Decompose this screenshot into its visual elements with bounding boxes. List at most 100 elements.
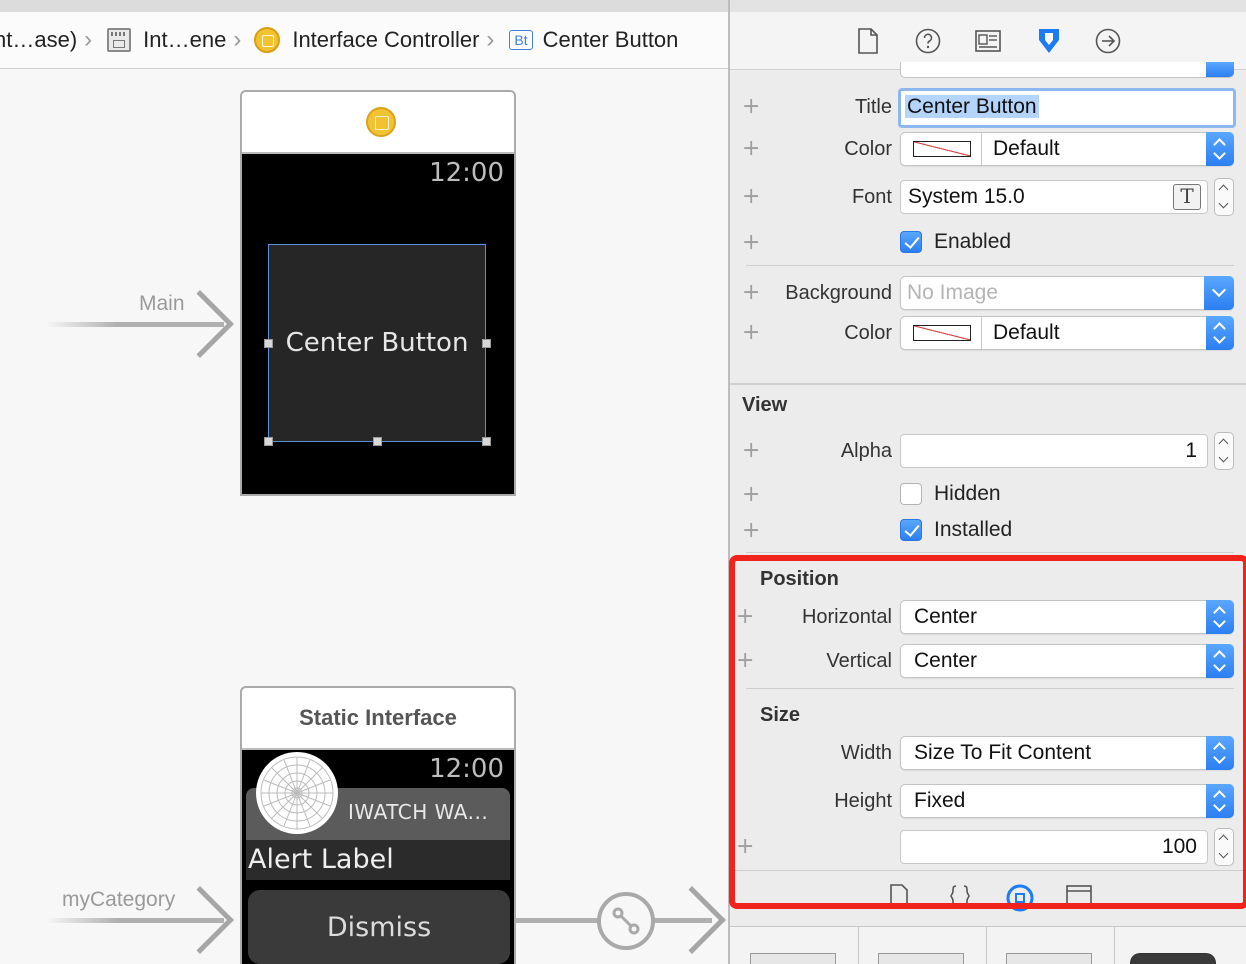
segue-node-icon[interactable] xyxy=(597,892,655,950)
app-name: IWATCH WA... xyxy=(348,800,489,824)
add-variation-icon[interactable]: + xyxy=(742,136,760,161)
identity-inspector-icon[interactable] xyxy=(974,27,1002,55)
background-color-popup[interactable]: Default xyxy=(900,316,1234,350)
height-value-field[interactable]: 100 xyxy=(900,830,1208,864)
color-popup[interactable]: Default xyxy=(900,132,1234,166)
interface-controller-icon[interactable] xyxy=(366,107,396,137)
inspector-top-strip xyxy=(730,0,1246,12)
height-value-row: + 100 xyxy=(730,828,1246,868)
center-button[interactable]: Center Button xyxy=(268,244,486,442)
code-snippet-icon[interactable] xyxy=(948,884,972,908)
enabled-checkbox[interactable] xyxy=(900,231,922,253)
alpha-stepper[interactable] xyxy=(1214,432,1234,470)
breadcrumb-separator-icon: › xyxy=(84,26,93,53)
position-section-title: Position xyxy=(760,568,839,590)
breadcrumb-item-storyboard[interactable]: nt…ase) xyxy=(0,12,77,68)
resize-handle[interactable] xyxy=(482,437,491,446)
popup-arrows-icon xyxy=(1206,132,1234,166)
media-library-icon[interactable] xyxy=(1066,884,1092,908)
add-variation-icon[interactable]: + xyxy=(742,280,760,305)
connections-inspector-icon[interactable] xyxy=(1094,27,1122,55)
watch-time: 12:00 xyxy=(429,158,504,188)
color-row: + Color Default xyxy=(730,130,1246,170)
popup-arrows-icon xyxy=(1206,784,1234,818)
watch-screen[interactable]: 12:00 Center Button xyxy=(242,154,514,494)
add-variation-icon[interactable]: + xyxy=(742,482,760,507)
enabled-row: + Enabled xyxy=(730,224,1246,264)
resize-handle[interactable] xyxy=(482,339,491,348)
popup-arrows-icon xyxy=(1206,644,1234,678)
add-variation-icon[interactable]: + xyxy=(742,94,760,119)
scene-header[interactable] xyxy=(242,92,514,154)
background-color-label: Color xyxy=(844,322,892,344)
popup-arrows-icon xyxy=(1206,736,1234,770)
resize-handle[interactable] xyxy=(264,339,273,348)
color-well[interactable] xyxy=(913,141,971,157)
installed-checkbox[interactable] xyxy=(900,519,922,541)
type-popup[interactable] xyxy=(900,62,1234,78)
vertical-row: + Vertical Center xyxy=(730,642,1246,682)
view-section-title: View xyxy=(742,394,788,416)
popup-arrows-icon xyxy=(1206,316,1234,350)
library-item[interactable] xyxy=(878,953,964,964)
alert-label[interactable]: Alert Label xyxy=(246,840,510,880)
storyboard-canvas[interactable]: nt…ase) › Int…ene › Interface Controller… xyxy=(0,0,728,964)
static-interface-scene[interactable]: Static Interface 12:00 IWATCH WA... Aler… xyxy=(240,686,516,964)
font-label: Font xyxy=(851,186,892,208)
installed-row: + Installed xyxy=(730,512,1246,552)
object-library-icon[interactable] xyxy=(1006,884,1034,912)
attributes-inspector-icon[interactable] xyxy=(1032,27,1066,55)
add-variation-icon[interactable]: + xyxy=(736,834,754,859)
chevron-down-icon[interactable] xyxy=(1204,276,1234,310)
hidden-label: Hidden xyxy=(934,482,1001,505)
add-variation-icon[interactable]: + xyxy=(736,604,754,629)
breadcrumb-item-center-button[interactable]: Bt Center Button xyxy=(501,12,678,68)
alpha-row: + Alpha 1 xyxy=(730,432,1246,472)
title-field[interactable]: Center Button xyxy=(898,88,1236,128)
scene-title: Static Interface xyxy=(242,688,514,750)
file-inspector-icon[interactable] xyxy=(854,27,882,55)
enabled-label: Enabled xyxy=(934,230,1012,253)
resize-handle[interactable] xyxy=(264,437,273,446)
size-section-title: Size xyxy=(760,704,801,726)
alpha-field[interactable]: 1 xyxy=(900,434,1208,468)
main-segue-label: Main xyxy=(139,292,185,315)
color-well[interactable] xyxy=(913,325,971,341)
height-label: Height xyxy=(834,790,892,812)
vertical-popup[interactable]: Center xyxy=(900,644,1234,678)
breadcrumb-item-scene[interactable]: Int…ene xyxy=(99,12,226,68)
font-picker-icon[interactable]: T xyxy=(1173,184,1201,210)
height-popup[interactable]: Fixed xyxy=(900,784,1234,818)
breadcrumb-item-interface-controller[interactable]: Interface Controller xyxy=(248,12,479,68)
object-library-grid[interactable] xyxy=(730,926,1246,964)
interface-controller-scene[interactable]: 12:00 Center Button xyxy=(240,90,516,496)
hidden-checkbox[interactable] xyxy=(900,483,922,505)
library-item[interactable] xyxy=(750,953,836,964)
horizontal-popup[interactable]: Center xyxy=(900,600,1234,634)
background-image-combo[interactable]: No Image xyxy=(900,276,1234,310)
add-variation-icon[interactable]: + xyxy=(742,518,760,543)
font-field[interactable]: System 15.0 T xyxy=(900,180,1208,214)
add-variation-icon[interactable]: + xyxy=(742,230,760,255)
library-item[interactable] xyxy=(1130,953,1216,964)
library-item[interactable] xyxy=(1006,953,1092,964)
resize-handle[interactable] xyxy=(373,437,382,446)
hidden-row: + Hidden xyxy=(730,476,1246,516)
add-variation-icon[interactable]: + xyxy=(742,320,760,345)
watch-screen[interactable]: 12:00 IWATCH WA... Alert Label Dismiss xyxy=(242,750,514,964)
horizontal-label: Horizontal xyxy=(801,606,892,628)
button-object-icon: Bt xyxy=(509,30,533,50)
add-variation-icon[interactable]: + xyxy=(736,648,754,673)
dismiss-button[interactable]: Dismiss xyxy=(248,890,510,964)
installed-label: Installed xyxy=(934,518,1013,541)
add-variation-icon[interactable]: + xyxy=(742,438,760,463)
file-template-icon[interactable] xyxy=(888,884,912,908)
height-stepper[interactable] xyxy=(1214,828,1234,866)
width-popup[interactable]: Size To Fit Content xyxy=(900,736,1234,770)
font-row: + Font System 15.0 T xyxy=(730,178,1246,218)
quick-help-icon[interactable] xyxy=(914,27,942,55)
font-size-stepper[interactable] xyxy=(1214,178,1234,216)
add-variation-icon[interactable]: + xyxy=(742,184,760,209)
popup-arrows-icon xyxy=(1206,600,1234,634)
scene-icon xyxy=(107,28,132,52)
